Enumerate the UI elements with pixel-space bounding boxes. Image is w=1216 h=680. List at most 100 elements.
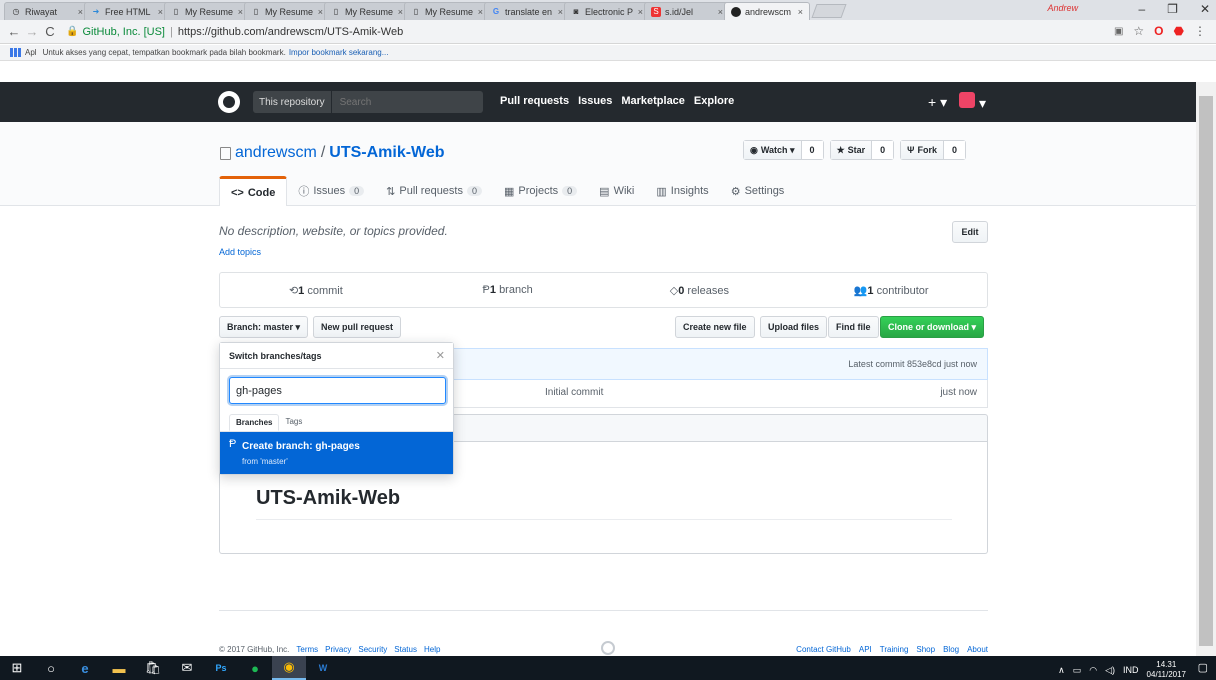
adblock-icon[interactable]: ⬣	[1174, 24, 1184, 38]
new-pull-request-button[interactable]: New pull request	[313, 316, 402, 338]
tab-branches[interactable]: Branches	[229, 414, 280, 431]
start-windows-icon[interactable]: ⊞	[0, 656, 34, 680]
close-tab-icon[interactable]: ×	[478, 7, 483, 17]
close-icon[interactable]: ✕	[436, 349, 445, 362]
branch-filter-input[interactable]	[229, 377, 446, 404]
browser-tab-active[interactable]: andrewscm ×	[724, 2, 810, 20]
footer-link-training[interactable]: Training	[880, 645, 909, 654]
search-icon[interactable]: ○	[34, 656, 68, 680]
reload-icon[interactable]: C	[42, 24, 58, 39]
notification-icon[interactable]: ▢	[1198, 661, 1208, 674]
chrome-icon[interactable]: ◉	[272, 656, 306, 680]
fork-button[interactable]: Ψ Fork 0	[900, 140, 966, 160]
close-tab-icon[interactable]: ×	[238, 7, 243, 17]
repo-name-link[interactable]: UTS-Amik-Web	[329, 144, 444, 162]
branch-select-button[interactable]: Branch: master ▾	[219, 316, 309, 338]
browser-tab[interactable]: ▯ My Resume ×	[324, 2, 410, 20]
footer-link-about[interactable]: About	[967, 645, 988, 654]
word-icon[interactable]: W	[306, 656, 340, 680]
avatar-dropdown[interactable]: ▾	[959, 92, 986, 112]
close-tab-icon[interactable]: ×	[158, 7, 163, 17]
create-new-file-button[interactable]: Create new file	[675, 316, 755, 338]
close-tab-icon[interactable]: ×	[398, 7, 403, 17]
releases-summary[interactable]: ◇0 releases	[604, 284, 796, 297]
browser-tab[interactable]: Ss.id/Jel ×	[644, 2, 730, 20]
tab-issues[interactable]: ⓘ Issues 0	[287, 176, 375, 206]
opera-icon[interactable]: O	[1154, 24, 1163, 38]
footer-link-contact[interactable]: Contact GitHub	[796, 645, 851, 654]
close-tab-icon[interactable]: ×	[718, 7, 723, 17]
footer-link-status[interactable]: Status	[394, 645, 417, 654]
nav-marketplace[interactable]: Marketplace	[621, 95, 685, 107]
tab-insights[interactable]: ▥ Insights	[645, 176, 719, 206]
star-button[interactable]: ★ Star 0	[829, 140, 895, 160]
browser-tab[interactable]: ▯ My Resume ×	[404, 2, 490, 20]
star-bookmark-icon[interactable]: ☆	[1133, 24, 1144, 38]
language-indicator[interactable]: IND	[1123, 665, 1139, 675]
create-branch-item[interactable]: Ᵽ Create branch: gh-pages from 'master'	[220, 432, 453, 474]
omnibox[interactable]: 🔒 GitHub, Inc. [US] | https://github.com…	[66, 26, 403, 38]
minimize-icon[interactable]: –	[1138, 2, 1145, 16]
upload-files-button[interactable]: Upload files	[760, 316, 828, 338]
footer-link-terms[interactable]: Terms	[296, 645, 318, 654]
restore-icon[interactable]: ❐	[1167, 2, 1178, 16]
clock[interactable]: 14.31 04/11/2017	[1147, 660, 1186, 680]
commits-summary[interactable]: ⟲1 commit	[220, 284, 412, 297]
footer-link-blog[interactable]: Blog	[943, 645, 959, 654]
page-scrollbar[interactable]	[1196, 82, 1216, 660]
close-window-icon[interactable]: ✕	[1200, 2, 1210, 16]
find-file-button[interactable]: Find file	[828, 316, 879, 338]
github-logo-icon[interactable]	[218, 91, 240, 113]
battery-icon[interactable]: ▭	[1073, 665, 1082, 676]
mail-icon[interactable]: ✉	[170, 656, 204, 680]
nav-pull-requests[interactable]: Pull requests	[500, 95, 569, 107]
translate-icon[interactable]: ▣	[1114, 26, 1123, 37]
github-mark-icon[interactable]	[601, 641, 615, 655]
import-bookmarks-link[interactable]: Impor bookmark sekarang...	[289, 48, 389, 57]
footer-link-privacy[interactable]: Privacy	[325, 645, 351, 654]
apps-label[interactable]: Apl	[25, 48, 37, 57]
volume-icon[interactable]: ◁)	[1105, 665, 1115, 676]
create-new-dropdown[interactable]: + ▾	[928, 94, 947, 111]
add-topics-link[interactable]: Add topics	[219, 247, 261, 257]
close-tab-icon[interactable]: ×	[638, 7, 643, 17]
scrollbar-thumb[interactable]	[1199, 96, 1213, 646]
search-input[interactable]	[339, 96, 460, 108]
tab-pull-requests[interactable]: ⇅ Pull requests 0	[375, 176, 493, 206]
footer-link-api[interactable]: API	[859, 645, 872, 654]
tab-code[interactable]: <> Code	[219, 176, 288, 206]
tab-wiki[interactable]: ▤ Wiki	[588, 176, 645, 206]
commit-message-link[interactable]: Initial commit	[545, 387, 603, 398]
photoshop-icon[interactable]: Ps	[204, 656, 238, 680]
repo-owner-link[interactable]: andrewscm	[235, 144, 317, 162]
close-tab-icon[interactable]: ×	[558, 7, 563, 17]
latest-commit[interactable]: Latest commit 853e8cd just now	[848, 359, 977, 369]
browser-tab[interactable]: ➜ Free HTML ×	[84, 2, 170, 20]
edit-button[interactable]: Edit	[952, 221, 988, 243]
nav-explore[interactable]: Explore	[694, 95, 734, 107]
footer-link-shop[interactable]: Shop	[916, 645, 935, 654]
branches-summary[interactable]: Ᵽ1 branch	[412, 284, 604, 296]
footer-link-help[interactable]: Help	[424, 645, 440, 654]
back-icon[interactable]: ←	[6, 24, 22, 39]
fork-count[interactable]: 0	[943, 141, 965, 159]
apps-icon[interactable]	[10, 48, 21, 57]
close-tab-icon[interactable]: ×	[318, 7, 323, 17]
tab-tags[interactable]: Tags	[279, 414, 308, 431]
tab-settings[interactable]: ⚙ Settings	[720, 176, 796, 206]
chevron-up-icon[interactable]: ∧	[1058, 665, 1065, 676]
store-icon[interactable]: 🛍	[136, 656, 170, 680]
tab-projects[interactable]: ▦ Projects 0	[493, 176, 588, 206]
profile-name[interactable]: Andrew	[1047, 3, 1078, 13]
edge-icon[interactable]: e	[68, 656, 102, 680]
browser-tab[interactable]: Gtranslate en ×	[484, 2, 570, 20]
wifi-icon[interactable]: ◠	[1089, 665, 1097, 676]
browser-tab[interactable]: ▯ My Resume ×	[164, 2, 250, 20]
clone-download-button[interactable]: Clone or download ▾	[880, 316, 985, 338]
footer-link-security[interactable]: Security	[358, 645, 387, 654]
nav-issues[interactable]: Issues	[578, 95, 612, 107]
browser-tab[interactable]: ◷ Riwayat ×	[4, 2, 90, 20]
star-count[interactable]: 0	[872, 141, 894, 159]
menu-dots-icon[interactable]: ⋮	[1194, 24, 1206, 38]
browser-tab[interactable]: ▯ My Resume ×	[244, 2, 330, 20]
